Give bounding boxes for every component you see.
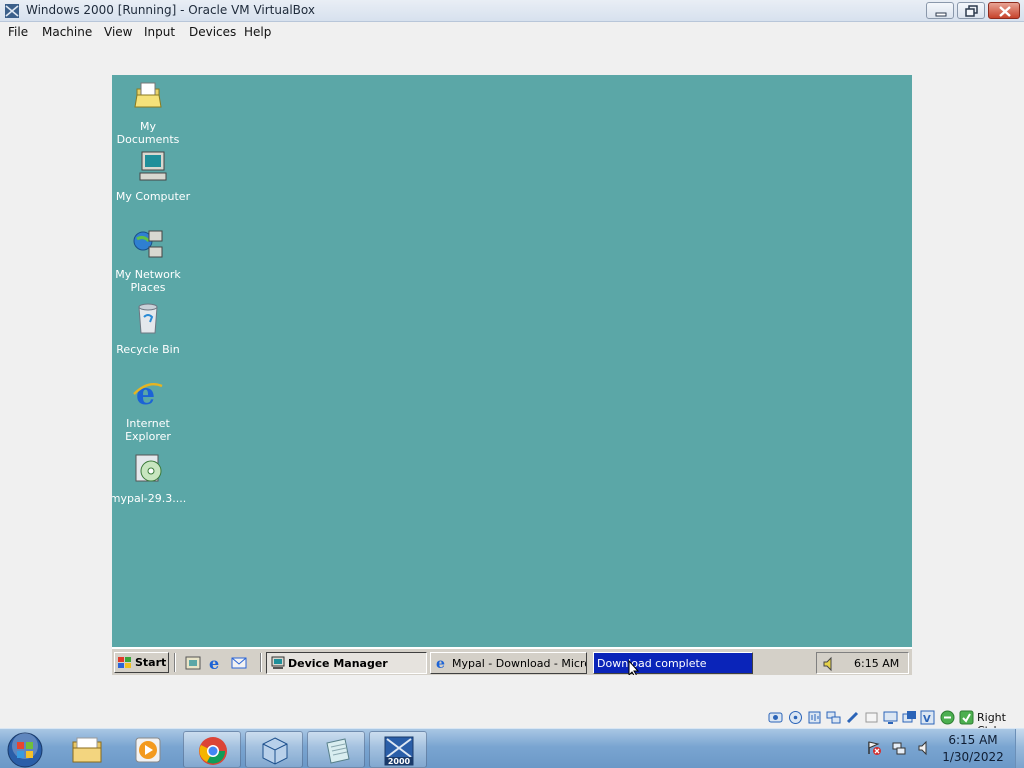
installer-cd-icon bbox=[135, 454, 162, 482]
task-label: Mypal - Download - Micro... bbox=[452, 657, 587, 670]
menu-machine[interactable]: Machine bbox=[42, 25, 92, 39]
computer-icon bbox=[139, 151, 167, 181]
desktop-icon-label: My Computer bbox=[115, 190, 191, 203]
desktop-icon-my-documents[interactable]: My Documents bbox=[112, 79, 188, 146]
vbox-status-bar: V Right Ctrl bbox=[0, 708, 1024, 737]
internet-explorer-icon: e bbox=[436, 656, 445, 670]
taskbar-separator bbox=[174, 653, 176, 672]
video-capture-icon[interactable] bbox=[902, 710, 917, 725]
keyboard-icon[interactable] bbox=[959, 710, 974, 725]
menu-view[interactable]: View bbox=[104, 25, 132, 39]
pinned-windows-2000-vm[interactable]: 2000 bbox=[369, 731, 427, 768]
vm-badge-label: 2000 bbox=[388, 757, 411, 766]
desktop-icon-label: Internet Explorer bbox=[125, 417, 171, 443]
media-player-icon bbox=[135, 737, 161, 763]
menu-bar: File Machine View Input Devices Help bbox=[0, 22, 1024, 43]
recycle-bin-icon bbox=[138, 303, 158, 334]
start-button[interactable]: Start bbox=[114, 652, 169, 673]
task-label: Device Manager bbox=[288, 657, 388, 670]
task-label: Download complete bbox=[597, 657, 707, 670]
internet-explorer-icon[interactable]: e bbox=[208, 655, 224, 671]
windows-logo-icon bbox=[118, 657, 131, 668]
notepad-icon bbox=[326, 738, 350, 764]
audio-icon[interactable] bbox=[807, 710, 822, 725]
desktop-icon-my-network-places[interactable]: My Network Places bbox=[112, 227, 188, 294]
task-device-manager[interactable]: Device Manager bbox=[266, 652, 427, 674]
desktop-icon-label: My Documents bbox=[116, 120, 180, 146]
chrome-icon bbox=[199, 737, 227, 765]
menu-help[interactable]: Help bbox=[244, 25, 271, 39]
guest-taskbar: Start e Device Manager e Mypal - Downloa… bbox=[112, 647, 912, 675]
folder-documents-icon bbox=[134, 82, 162, 108]
guest-clock[interactable]: 6:15 AM bbox=[854, 657, 899, 670]
hard-disk-icon[interactable] bbox=[768, 710, 783, 725]
pinned-windows-explorer[interactable] bbox=[58, 731, 116, 768]
desktop-icon-recycle-bin[interactable]: Recycle Bin bbox=[112, 302, 188, 356]
menu-devices[interactable]: Devices bbox=[189, 25, 236, 39]
usb-icon[interactable] bbox=[845, 710, 860, 725]
show-desktop-button[interactable] bbox=[1015, 729, 1024, 768]
menu-input[interactable]: Input bbox=[144, 25, 175, 39]
title-bar: Windows 2000 [Running] - Oracle VM Virtu… bbox=[0, 0, 1024, 22]
restore-button[interactable] bbox=[957, 2, 985, 19]
network-places-icon bbox=[133, 230, 163, 258]
virtualbox-app-icon bbox=[5, 4, 19, 18]
desktop-icon-mypal-installer[interactable]: mypal-29.3.... bbox=[112, 451, 188, 505]
device-manager-icon bbox=[271, 656, 285, 669]
pinned-virtualbox[interactable] bbox=[245, 731, 303, 768]
network-tray-icon[interactable] bbox=[891, 740, 907, 756]
internet-explorer-icon: e bbox=[133, 377, 163, 412]
volume-tray-icon[interactable] bbox=[916, 740, 932, 756]
host-clock-time: 6:15 AM bbox=[948, 733, 998, 747]
desktop-icon-label: My Network Places bbox=[115, 268, 181, 294]
optical-drive-icon[interactable] bbox=[788, 710, 803, 725]
close-icon bbox=[999, 6, 1011, 17]
menu-file[interactable]: File bbox=[8, 25, 28, 39]
volume-icon[interactable] bbox=[821, 656, 837, 672]
restore-icon bbox=[965, 5, 978, 17]
pinned-chrome[interactable] bbox=[183, 731, 241, 768]
pinned-media-player[interactable] bbox=[119, 731, 177, 768]
start-orb-icon[interactable] bbox=[6, 731, 44, 768]
close-button[interactable] bbox=[988, 2, 1020, 19]
windows-2000-vm-icon: 2000 bbox=[384, 736, 414, 766]
window-title: Windows 2000 [Running] - Oracle VM Virtu… bbox=[26, 3, 315, 17]
host-clock[interactable]: 6:15 AM 1/30/2022 bbox=[936, 732, 1010, 766]
guest-screen[interactable]: My Documents My Computer My Network Plac… bbox=[112, 75, 912, 675]
show-desktop-icon[interactable] bbox=[185, 655, 201, 671]
shared-folders-icon[interactable] bbox=[864, 710, 879, 725]
minimize-button[interactable] bbox=[926, 2, 954, 19]
task-mypal-download[interactable]: e Mypal - Download - Micro... bbox=[430, 652, 587, 674]
windows-explorer-icon bbox=[72, 737, 102, 763]
pinned-notepad[interactable] bbox=[307, 731, 365, 768]
svg-text:e: e bbox=[209, 655, 219, 671]
svg-text:e: e bbox=[436, 656, 445, 670]
network-icon[interactable] bbox=[826, 710, 841, 725]
guest-system-tray: 6:15 AM bbox=[816, 652, 909, 674]
action-center-icon[interactable] bbox=[866, 740, 882, 756]
host-taskbar: 2000 6:15 AM 1/30/2022 bbox=[0, 728, 1024, 768]
mouse-integration-icon[interactable] bbox=[940, 710, 955, 725]
desktop-icon-label: mypal-29.3.... bbox=[112, 492, 187, 505]
task-download-complete[interactable]: Download complete bbox=[593, 652, 753, 674]
desktop-icon-my-computer[interactable]: My Computer bbox=[113, 149, 193, 203]
svg-text:e: e bbox=[136, 377, 155, 410]
outlook-express-icon[interactable] bbox=[231, 655, 247, 671]
display-icon[interactable] bbox=[883, 710, 898, 725]
svg-text:V: V bbox=[923, 714, 931, 725]
host-clock-date: 1/30/2022 bbox=[942, 750, 1004, 764]
start-label: Start bbox=[135, 656, 167, 669]
mouse-pointer-icon bbox=[628, 660, 640, 675]
desktop-icon-internet-explorer[interactable]: e Internet Explorer bbox=[112, 376, 188, 443]
desktop-icon-label: Recycle Bin bbox=[116, 343, 180, 356]
virtualbox-icon bbox=[262, 737, 288, 765]
virtualization-icon[interactable]: V bbox=[920, 710, 935, 725]
taskbar-separator bbox=[260, 653, 262, 672]
minimize-icon bbox=[935, 12, 947, 17]
